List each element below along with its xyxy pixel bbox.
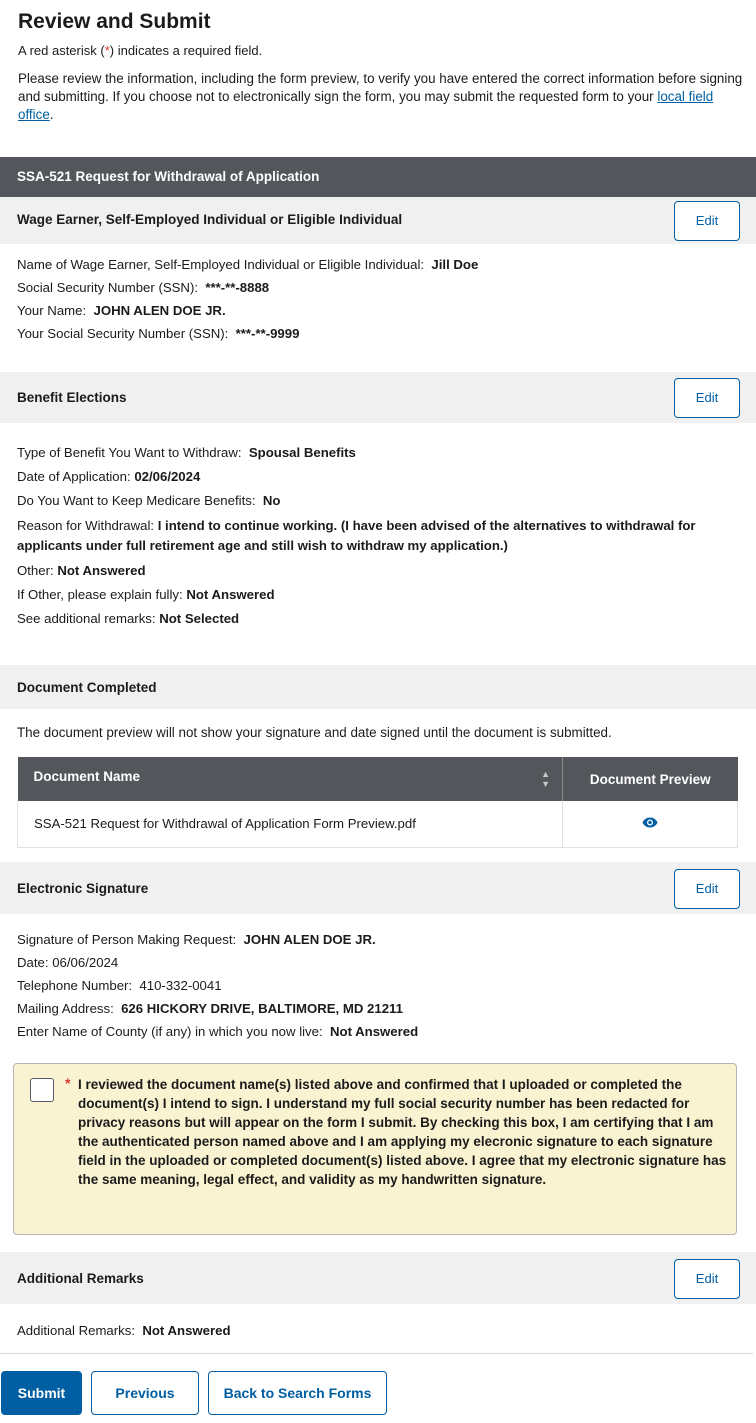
field-row: Date of Application: 02/06/2024 — [17, 469, 201, 484]
remarks-fields: Additional Remarks: Not Answered — [17, 1322, 747, 1345]
previous-button[interactable]: Previous — [91, 1371, 199, 1415]
field-row: Telephone Number: 410-332-0041 — [17, 978, 222, 993]
section-document-header: Document Completed — [0, 665, 756, 709]
divider — [0, 1353, 753, 1354]
field-row: Mailing Address: 626 HICKORY DRIVE, BALT… — [17, 1001, 403, 1016]
edit-benefit-elections-button[interactable]: Edit — [674, 378, 740, 418]
required-note: A red asterisk (*) indicates a required … — [18, 43, 263, 58]
section-signature-title: Electronic Signature — [17, 881, 149, 896]
edit-signature-button[interactable]: Edit — [674, 869, 740, 909]
field-row: Do You Want to Keep Medicare Benefits: N… — [17, 493, 281, 508]
field-row: Your Name: JOHN ALEN DOE JR. — [17, 303, 226, 318]
section-wage-earner-header: Wage Earner, Self-Employed Individual or… — [0, 197, 756, 244]
section-remarks-header: Additional Remarks Edit — [0, 1252, 756, 1304]
section-remarks-title: Additional Remarks — [17, 1271, 144, 1286]
document-preview-note: The document preview will not show your … — [17, 725, 612, 740]
field-row: Date: 06/06/2024 — [17, 955, 119, 970]
form-header: SSA-521 Request for Withdrawal of Applic… — [0, 157, 756, 197]
certification-checkbox[interactable] — [30, 1078, 54, 1102]
document-name-cell: SSA-521 Request for Withdrawal of Applic… — [17, 801, 563, 848]
column-document-preview: Document Preview — [562, 757, 738, 801]
field-row: Social Security Number (SSN): ***-**-888… — [17, 280, 270, 295]
field-row: Signature of Person Making Request: JOHN… — [17, 932, 376, 947]
sort-icon[interactable]: ▲ ▼ — [541, 769, 550, 789]
field-row: Additional Remarks: Not Answered — [17, 1323, 231, 1338]
field-row: See additional remarks: Not Selected — [17, 611, 240, 626]
field-row: Enter Name of County (if any) in which y… — [17, 1024, 419, 1039]
document-table: Document Name ▲ ▼ Document Preview SSA-521… — [17, 757, 738, 848]
required-asterisk: * — [65, 1075, 71, 1091]
field-row: Type of Benefit You Want to Withdraw: Sp… — [17, 445, 356, 460]
column-document-name[interactable]: Document Name ▲ ▼ — [17, 757, 563, 801]
field-row: Other: Not Answered — [17, 563, 146, 578]
back-to-search-forms-button[interactable]: Back to Search Forms — [208, 1371, 387, 1415]
document-preview-cell — [562, 801, 738, 848]
intro-section: Review and Submit A red asterisk (*) ind… — [0, 0, 756, 124]
field-row: Reason for Withdrawal: I intend to conti… — [17, 518, 696, 553]
page-title: Review and Submit — [18, 10, 211, 33]
field-row: Your Social Security Number (SSN): ***-*… — [17, 326, 300, 341]
section-benefit-elections-title: Benefit Elections — [17, 390, 127, 405]
review-submit-page: Review and Submit A red asterisk (*) ind… — [0, 0, 756, 1423]
certification-box: * I reviewed the document name(s) listed… — [13, 1063, 737, 1235]
section-signature-header: Electronic Signature Edit — [0, 862, 756, 914]
section-benefit-elections-header: Benefit Elections Edit — [0, 372, 756, 423]
field-row: If Other, please explain fully: Not Answ… — [17, 587, 275, 602]
certification-text: I reviewed the document name(s) listed a… — [78, 1077, 727, 1187]
signature-fields: Signature of Person Making Request: JOHN… — [17, 931, 747, 1046]
eye-icon[interactable] — [642, 816, 658, 828]
edit-remarks-button[interactable]: Edit — [674, 1259, 740, 1299]
table-row: SSA-521 Request for Withdrawal of Applic… — [17, 801, 738, 848]
field-row: Name of Wage Earner, Self-Employed Indiv… — [17, 257, 479, 272]
submit-button[interactable]: Submit — [1, 1371, 82, 1415]
benefit-elections-fields: Type of Benefit You Want to Withdraw: Sp… — [17, 444, 747, 634]
section-document-title: Document Completed — [17, 680, 157, 695]
section-wage-earner-title: Wage Earner, Self-Employed Individual or… — [17, 212, 403, 227]
wage-earner-fields: Name of Wage Earner, Self-Employed Indiv… — [17, 256, 747, 348]
intro-text: Please review the information, including… — [18, 71, 743, 122]
edit-wage-earner-button[interactable]: Edit — [674, 201, 740, 241]
